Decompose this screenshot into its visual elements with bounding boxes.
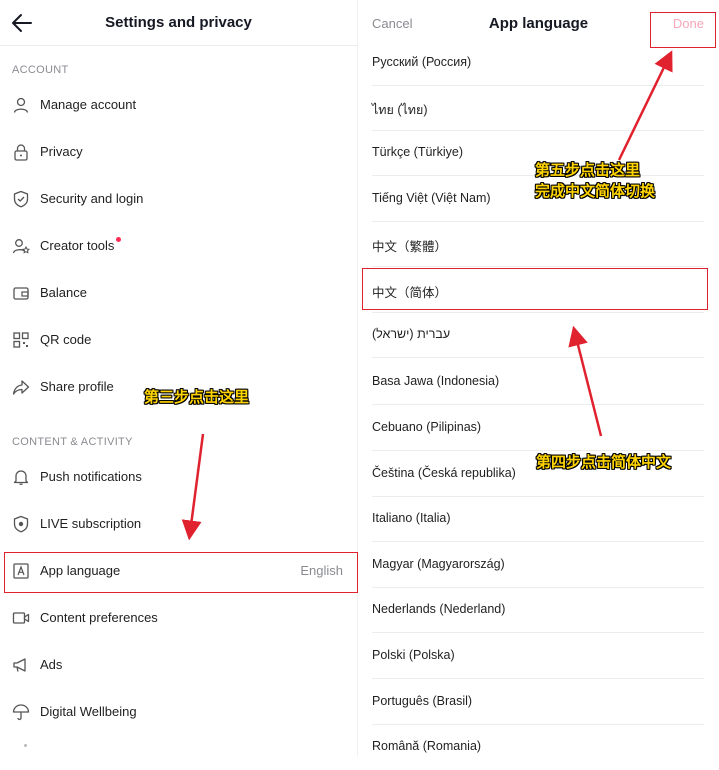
more-indicator [24, 744, 27, 747]
share-icon [12, 380, 30, 395]
done-highlight-box [650, 12, 716, 48]
shield-icon [13, 190, 29, 208]
step3-annotation: 第三步点击这里 [144, 389, 250, 406]
menu-item-manage-account[interactable]: Manage account [0, 83, 357, 129]
menu-item-label: Manage account [40, 97, 137, 112]
settings-panel: Settings and privacy ACCOUNT Manage acco… [0, 0, 357, 757]
menu-item-label: Security and login [40, 191, 144, 206]
language-label: Čeština (Česká republika) [372, 466, 516, 480]
language-label: Türkçe (Türkiye) [372, 145, 463, 159]
language-label: Italiano (Italia) [372, 511, 451, 525]
video-icon [12, 612, 30, 624]
step5-annotation-line2: 完成中文简体切换 [535, 183, 656, 200]
qr-code-icon [13, 332, 29, 348]
simplified-chinese-highlight-box [362, 268, 708, 310]
menu-item-label: QR code [40, 332, 92, 347]
bell-icon [13, 470, 29, 485]
language-option[interactable]: Polski (Polska) [372, 634, 704, 679]
menu-item-security[interactable]: Security and login [0, 177, 357, 223]
language-option[interactable]: עברית (ישראל) [372, 313, 704, 358]
language-option[interactable]: Română (Romania) [372, 725, 704, 770]
menu-item-label: Privacy [40, 144, 83, 159]
language-label: Tiếng Việt (Việt Nam) [372, 191, 491, 205]
language-label: 中文（繁體） [372, 240, 448, 254]
live-badge-icon [13, 515, 29, 533]
language-option[interactable]: 中文（繁體） [372, 222, 704, 267]
language-label: Basa Jawa (Indonesia) [372, 374, 500, 388]
language-label: Română (Romania) [372, 739, 482, 753]
menu-item-label: Ads [40, 657, 63, 672]
menu-item-label: Share profile [40, 379, 114, 394]
language-label: Português (Brasil) [372, 694, 473, 708]
language-option[interactable]: Cebuano (Pilipinas) [372, 406, 704, 451]
language-option[interactable]: Italiano (Italia) [372, 497, 704, 542]
creator-icon [12, 239, 30, 254]
menu-item-label: Content preferences [40, 610, 158, 625]
step4-annotation: 第四步点击简体中文 [536, 454, 672, 471]
menu-item-live-subscription[interactable]: LIVE subscription [0, 502, 357, 548]
language-label: Polski (Polska) [372, 648, 455, 662]
language-option[interactable]: Nederlands (Nederland) [372, 588, 704, 633]
wallet-icon [13, 287, 29, 300]
notification-dot [116, 237, 121, 242]
language-label: Cebuano (Pilipinas) [372, 420, 482, 434]
megaphone-icon [13, 658, 26, 672]
lock-icon [14, 144, 28, 161]
menu-item-qr-code[interactable]: QR code [0, 318, 357, 364]
menu-item-label: Balance [40, 285, 87, 300]
menu-item-ads[interactable]: Ads [0, 643, 357, 689]
language-label: Magyar (Magyarország) [372, 557, 505, 571]
language-label: Nederlands (Nederland) [372, 602, 506, 616]
step5-annotation-line1: 第五步点击这里 [535, 162, 641, 179]
menu-item-balance[interactable]: Balance [0, 271, 357, 317]
section-account: ACCOUNT [12, 64, 69, 76]
language-option[interactable]: Português (Brasil) [372, 680, 704, 725]
language-label: Русский (Россия) [372, 55, 472, 69]
language-label: עברית (ישראל) [372, 327, 451, 341]
menu-item-label: Push notifications [40, 469, 142, 484]
umbrella-icon [12, 704, 30, 721]
menu-item-label: Digital Wellbeing [40, 704, 137, 719]
menu-item-creator-tools[interactable]: Creator tools [0, 224, 357, 270]
app-language-highlight-box [4, 552, 358, 593]
language-option[interactable]: Magyar (Magyarország) [372, 543, 704, 588]
menu-item-push-notifications[interactable]: Push notifications [0, 455, 357, 501]
menu-item-content-preferences[interactable]: Content preferences [0, 596, 357, 642]
section-content-activity: CONTENT & ACTIVITY [12, 436, 133, 448]
page-title: Settings and privacy [105, 14, 252, 31]
menu-item-digital-wellbeing[interactable]: Digital Wellbeing [0, 690, 357, 736]
menu-item-privacy[interactable]: Privacy [0, 130, 357, 176]
menu-item-label: LIVE subscription [40, 516, 142, 531]
language-label: ไทย (ไทย) [372, 103, 428, 117]
menu-item-label: Creator tools [40, 238, 115, 253]
header-divider [0, 45, 357, 46]
person-icon [13, 97, 29, 113]
language-option[interactable]: ไทย (ไทย) [372, 86, 704, 131]
language-option[interactable]: Basa Jawa (Indonesia) [372, 360, 704, 405]
